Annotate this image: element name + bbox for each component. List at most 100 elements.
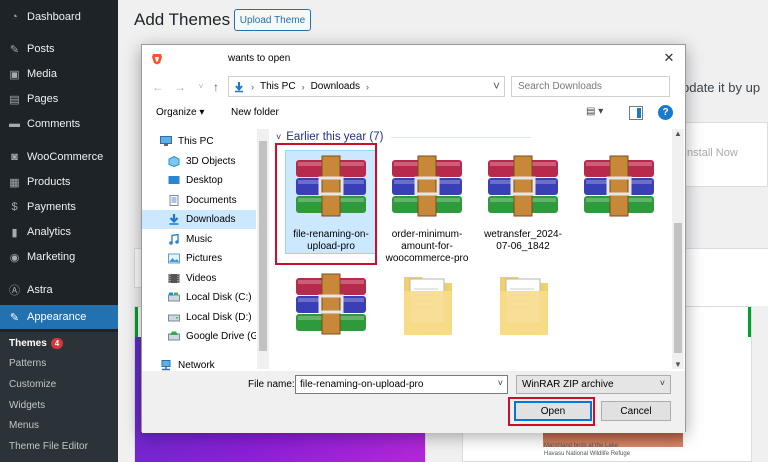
chevron-down-icon[interactable]: ˅ xyxy=(498,378,503,388)
chevron-right-icon: › xyxy=(366,81,370,92)
forward-arrow-icon[interactable]: → xyxy=(172,78,188,96)
file-type-select[interactable]: WinRAR ZIP archive ˅ xyxy=(516,375,671,394)
menu-dashboard[interactable]: ◔ Dashboard xyxy=(0,6,118,28)
nav-item-music[interactable]: Music xyxy=(142,230,256,249)
file-item[interactable] xyxy=(574,151,664,231)
submenu-label: Themes xyxy=(9,338,47,349)
breadcrumb-downloads[interactable]: Downloads xyxy=(311,81,360,92)
menu-marketing[interactable]: ◉ Marketing xyxy=(0,246,118,268)
scrollbar-thumb[interactable] xyxy=(259,141,267,351)
file-item[interactable] xyxy=(382,269,472,359)
menu-comments[interactable]: ▬ Comments xyxy=(0,113,118,135)
folder-icon xyxy=(500,277,548,335)
menu-media[interactable]: ▣ Media xyxy=(0,63,118,85)
menu-astra[interactable]: Ⓐ Astra xyxy=(0,279,118,301)
menu-pages[interactable]: ▤ Pages xyxy=(0,88,118,110)
submenu-theme-file-editor[interactable]: Theme File Editor xyxy=(9,441,88,452)
nav-item-desktop[interactable]: Desktop xyxy=(142,171,256,190)
menu-payments[interactable]: $ Payments xyxy=(0,196,118,218)
update-count-badge: 4 xyxy=(50,338,64,349)
menu-label: Pages xyxy=(27,93,59,105)
up-arrow-icon[interactable]: ↑ xyxy=(208,78,224,96)
nav-item-videos[interactable]: Videos xyxy=(142,269,256,288)
submenu-themes[interactable]: Themes 4 xyxy=(9,338,64,349)
appearance-submenu: Themes 4 Patterns Customize Widgets Menus… xyxy=(0,332,118,462)
file-name-label: File name: xyxy=(248,379,295,390)
file-item[interactable]: file-renaming-on-upload-pro xyxy=(285,150,377,254)
nav-item-pictures[interactable]: Pictures xyxy=(142,249,256,268)
chevron-right-icon: › xyxy=(301,81,305,92)
nav-item-this-pc[interactable]: This PC xyxy=(142,132,256,151)
chevron-down-icon: ˅ xyxy=(659,378,665,388)
breadcrumb-this-pc[interactable]: This PC xyxy=(260,81,296,92)
download-arrow-icon xyxy=(235,81,243,92)
file-list-pane: ˅ Earlier this year (7) file-renaming-on… xyxy=(272,129,680,369)
recent-locations-chevron-icon[interactable]: ˅ xyxy=(193,78,209,96)
scroll-up-icon[interactable]: ▲ xyxy=(674,129,682,138)
menu-woocommerce[interactable]: ◙ WooCommerce xyxy=(0,146,118,168)
scroll-down-icon[interactable]: ▼ xyxy=(674,360,682,369)
file-item[interactable] xyxy=(478,269,568,359)
file-item[interactable] xyxy=(286,269,376,359)
menu-label: Astra xyxy=(27,284,53,296)
navigation-row: ← → ˅ ↑ › This PC › Downloads › ˅ Search… xyxy=(142,75,685,99)
upload-theme-button[interactable]: Upload Theme xyxy=(234,9,311,31)
file-list-scrollbar[interactable]: ▲ ▼ xyxy=(672,129,684,369)
organize-menu-button[interactable]: Organize ▾ xyxy=(156,107,204,118)
view-options-icon[interactable]: ▤ ▾ xyxy=(586,106,612,120)
nav-item-local-disk-c[interactable]: Local Disk (C:) xyxy=(142,288,256,307)
nav-item-downloads[interactable]: Downloads xyxy=(142,210,256,229)
desktop-icon xyxy=(168,176,180,184)
cancel-button[interactable]: Cancel xyxy=(601,401,671,421)
back-arrow-icon[interactable]: ← xyxy=(150,78,166,96)
close-icon[interactable]: ✕ xyxy=(661,50,677,66)
open-button[interactable]: Open xyxy=(514,401,592,421)
menu-label: Dashboard xyxy=(27,11,81,23)
menu-label: Products xyxy=(27,176,71,188)
nav-label: 3D Objects xyxy=(186,156,236,167)
scrollbar-thumb[interactable] xyxy=(674,223,682,353)
file-name: file-renaming-on-upload-pro xyxy=(293,229,369,252)
file-name-field[interactable]: file-renaming-on-upload-pro ˅ xyxy=(295,375,508,394)
submenu-patterns[interactable]: Patterns xyxy=(9,358,46,369)
submenu-customize[interactable]: Customize xyxy=(9,379,56,390)
nav-scrollbar[interactable] xyxy=(257,129,269,369)
winrar-archive-icon xyxy=(584,155,654,217)
nav-item-documents[interactable]: Documents xyxy=(142,191,256,210)
nav-label: Network xyxy=(178,359,215,371)
preview-pane-icon[interactable] xyxy=(629,106,643,120)
menu-analytics[interactable]: ▮ Analytics xyxy=(0,221,118,243)
file-item[interactable]: wetransfer_2024-07-06_1842 xyxy=(478,151,568,253)
active-indicator xyxy=(748,307,751,337)
file-open-dialog: wants to open ✕ ← → ˅ ↑ › This PC › Down… xyxy=(141,44,686,433)
nav-item-local-disk-d[interactable]: Local Disk (D:) xyxy=(142,308,256,327)
dialog-title: wants to open xyxy=(228,53,291,64)
media-icon: ▣ xyxy=(9,68,20,81)
install-now-button[interactable]: Install Now xyxy=(684,147,738,159)
nav-item-google-drive[interactable]: Google Drive (G:) xyxy=(142,327,256,346)
submenu-widgets[interactable]: Widgets xyxy=(9,400,45,411)
menu-label: Media xyxy=(27,68,57,80)
group-header[interactable]: ˅ Earlier this year (7) xyxy=(276,131,532,143)
menu-label: Comments xyxy=(27,118,81,130)
help-icon[interactable]: ? xyxy=(658,105,673,120)
winrar-archive-icon xyxy=(296,155,366,217)
address-bar[interactable]: › This PC › Downloads › ˅ xyxy=(228,76,505,97)
submenu-menus[interactable]: Menus xyxy=(9,420,39,431)
chevron-down-icon[interactable]: ˅ xyxy=(493,79,500,93)
appearance-icon: ✎ xyxy=(9,311,20,324)
menu-appearance[interactable]: ✎ Appearance xyxy=(0,305,118,329)
astra-icon: Ⓐ xyxy=(9,285,20,297)
nav-item-3d-objects[interactable]: 3D Objects xyxy=(142,152,256,171)
brave-browser-icon xyxy=(152,54,162,65)
dashboard-icon: ◔ xyxy=(11,11,18,23)
drive-icon xyxy=(168,292,180,302)
background-panel xyxy=(686,248,768,306)
analytics-icon: ▮ xyxy=(11,226,18,239)
menu-posts[interactable]: ✎ Posts xyxy=(0,38,118,60)
menu-products[interactable]: ▦ Products xyxy=(0,171,118,193)
file-item[interactable]: order-minimum-amount-for-woocommerce-pro xyxy=(382,151,472,264)
new-folder-button[interactable]: New folder xyxy=(231,107,279,118)
google-drive-icon xyxy=(168,331,180,341)
search-input[interactable]: Search Downloads xyxy=(511,76,670,97)
